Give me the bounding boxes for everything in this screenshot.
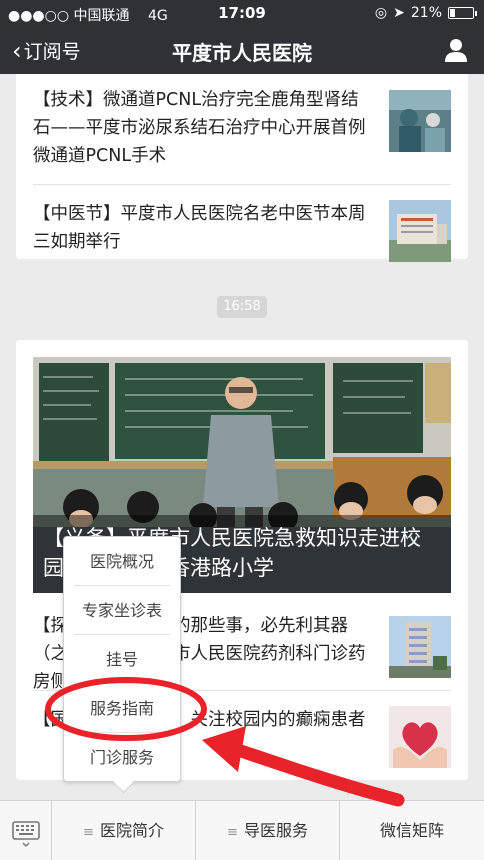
- keyboard-icon: [12, 821, 40, 847]
- menu-tab-label: 医院简介: [99, 821, 164, 840]
- user-profile-icon[interactable]: [442, 36, 470, 64]
- menu-item-service-guide[interactable]: 服务指南: [74, 684, 170, 733]
- status-bar: ●●●○○ 中国联通 4G 17:09 ◎ ➤ 21%: [0, 0, 484, 26]
- surgery-thumbnail: [389, 90, 451, 152]
- hospital-thumbnail: [389, 616, 451, 678]
- battery-fill: [450, 9, 455, 17]
- chevron-left-icon: ‹: [12, 36, 22, 65]
- status-right: ◎ ➤ 21%: [374, 5, 477, 21]
- lock-rotation-icon: ◎: [374, 5, 388, 21]
- hamburger-icon: ≡: [83, 825, 94, 840]
- timestamp-badge: 16:58: [217, 296, 267, 318]
- menu-tab-hospital-intro[interactable]: ≡ 医院简介: [52, 801, 196, 860]
- bottom-menu-bar: ≡ 医院简介 ≡ 导医服务 微信矩阵: [0, 800, 484, 860]
- submenu-popup: 医院概况 专家坐诊表 挂号 服务指南 门诊服务: [63, 536, 181, 782]
- hamburger-icon: ≡: [227, 825, 238, 840]
- hospital-thumbnail: [389, 200, 451, 262]
- menu-item-hospital-overview[interactable]: 医院概况: [74, 537, 170, 586]
- nav-bar: ‹ 订阅号 平度市人民医院: [0, 26, 484, 74]
- location-arrow-icon: ➤: [393, 5, 405, 21]
- menu-item-registration[interactable]: 挂号: [74, 635, 170, 684]
- menu-item-outpatient-service[interactable]: 门诊服务: [74, 733, 170, 782]
- menu-item-expert-schedule[interactable]: 专家坐诊表: [74, 586, 170, 635]
- menu-tab-label: 微信矩阵: [379, 821, 444, 840]
- keyboard-toggle-button[interactable]: [0, 801, 52, 860]
- menu-tab-wechat-matrix[interactable]: 微信矩阵: [340, 801, 484, 860]
- back-label: 订阅号: [23, 41, 81, 63]
- battery-icon: [448, 7, 477, 19]
- article-card: 【技术】微通道PCNL治疗完全鹿角型肾结石——平度市泌尿系结石治疗中心开展首例微…: [16, 74, 468, 262]
- menu-tab-guide-service[interactable]: ≡ 导医服务: [196, 801, 340, 860]
- divider: [33, 184, 451, 185]
- back-button[interactable]: ‹ 订阅号: [12, 37, 81, 64]
- article-title: 【中医节】平度市人民医院名老中医节本周三如期举行: [33, 204, 366, 252]
- menu-tab-label: 导医服务: [243, 821, 308, 840]
- battery-percent: 21%: [410, 5, 442, 21]
- article-title: 【技术】微通道PCNL治疗完全鹿角型肾结石——平度市泌尿系结石治疗中心开展首例微…: [33, 90, 366, 166]
- heart-hands-thumbnail: [389, 706, 451, 768]
